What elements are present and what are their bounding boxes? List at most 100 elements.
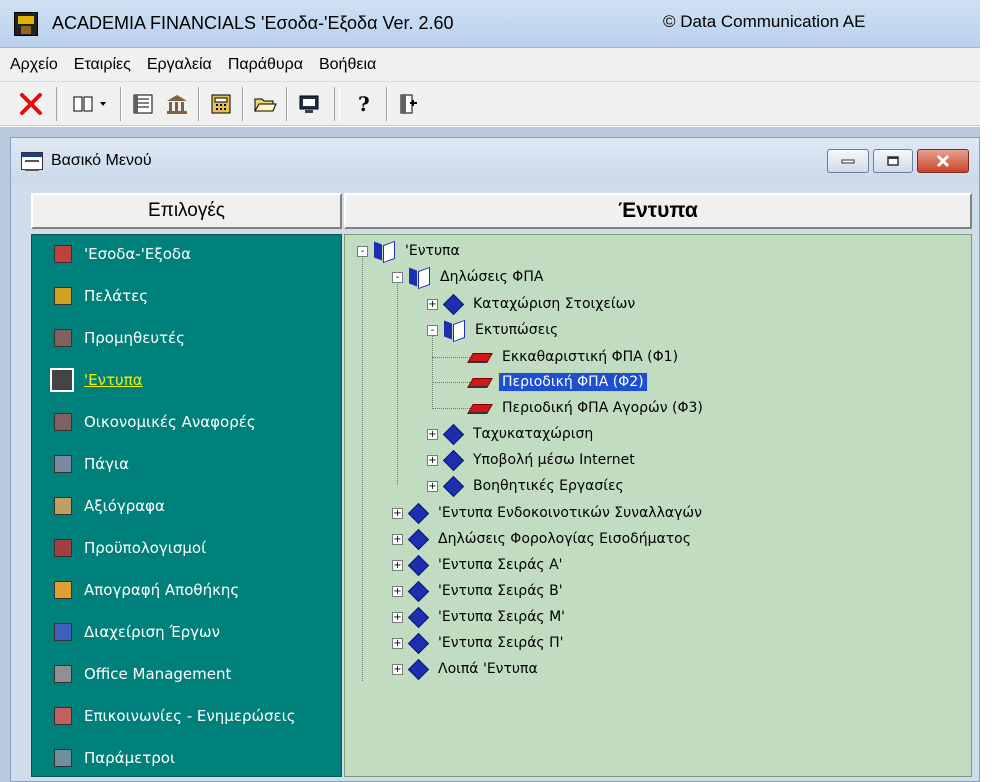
nav-item-securities[interactable]: Αξιόγραφα xyxy=(42,491,332,521)
tree-node[interactable]: Περιοδική ΦΠΑ Αγορών (Φ3) xyxy=(467,396,706,420)
expand-icon[interactable]: + xyxy=(392,611,403,623)
list-icon[interactable] xyxy=(126,86,160,122)
budgets-icon xyxy=(54,539,72,557)
document-icon xyxy=(467,373,493,391)
menu-file[interactable]: Αρχείο xyxy=(4,56,64,74)
tree-node-label: Δηλώσεις ΦΠΑ xyxy=(440,269,544,285)
tree-node[interactable]: + 'Εντυπα Σειράς Β' xyxy=(392,579,566,603)
nav-item-fixed-assets[interactable]: Πάγια xyxy=(42,449,332,479)
toolbar-separator xyxy=(56,86,62,121)
tree-node[interactable]: + Υποβολή μέσω Internet xyxy=(427,448,638,472)
tree-connector xyxy=(432,382,470,383)
expand-icon[interactable]: + xyxy=(427,428,438,440)
forms-tree: - 'Εντυπα - Δηλώσεις ΦΠΑ + Καταχώριση Στ… xyxy=(344,234,972,777)
nav-item-label: Πελάτες xyxy=(84,287,149,305)
collapse-icon[interactable]: - xyxy=(357,245,368,257)
minimize-button[interactable] xyxy=(827,149,869,173)
nav-item-customers[interactable]: Πελάτες xyxy=(42,281,332,311)
tree-node[interactable]: Εκκαθαριστική ΦΠΑ (Φ1) xyxy=(467,345,681,369)
tree-node-label: 'Εντυπα Σειράς Π' xyxy=(438,635,564,651)
exit-icon[interactable] xyxy=(392,86,426,122)
tree-connector xyxy=(397,277,398,485)
tree-node[interactable]: + 'Εντυπα Σειράς Π' xyxy=(392,631,566,655)
settings-icon xyxy=(54,749,72,767)
nav-item-office-management[interactable]: Office Management xyxy=(42,659,332,689)
tree-node[interactable]: + 'Εντυπα Ενδοκοινοτικών Συναλλαγών xyxy=(392,501,705,525)
reports-icon xyxy=(54,413,72,431)
expand-icon[interactable]: + xyxy=(427,454,438,466)
menu-companies[interactable]: Εταιρίες xyxy=(68,56,137,74)
folder-open-icon xyxy=(407,267,431,287)
svg-text:?: ? xyxy=(358,92,370,116)
help-icon[interactable]: ? xyxy=(348,86,382,122)
app-titlebar: ACADEMIA FINANCIALS 'Εσοδα-'Εξοδα Ver. 2… xyxy=(0,0,980,48)
nav-item-budgets[interactable]: Προϋπολογισμοί xyxy=(42,533,332,563)
tree-node[interactable]: + Καταχώριση Στοιχείων xyxy=(427,292,638,316)
collapse-icon[interactable]: - xyxy=(427,324,438,336)
tree-node[interactable]: + 'Εντυπα Σειράς Μ' xyxy=(392,605,568,629)
nav-item-communications[interactable]: Επικοινωνίες - Ενημερώσεις xyxy=(42,701,332,731)
toolbar-separator xyxy=(286,86,288,121)
menu-tools[interactable]: Εργαλεία xyxy=(141,56,218,74)
tree-node-label: 'Εντυπα Σειράς Α' xyxy=(438,557,563,573)
nav-item-suppliers[interactable]: Προμηθευτές xyxy=(42,323,332,353)
tree-connector xyxy=(432,357,470,358)
document-icon xyxy=(467,348,493,366)
calculator-icon[interactable] xyxy=(204,86,238,122)
expand-icon[interactable]: + xyxy=(427,298,438,310)
tree-node[interactable]: + Λοιπά 'Εντυπα xyxy=(392,657,541,681)
nav-item-project-management[interactable]: Διαχείριση Έργων xyxy=(42,617,332,647)
tree-node-label: Περιοδική ΦΠΑ (Φ2) xyxy=(498,372,648,392)
expand-icon[interactable]: + xyxy=(392,533,403,545)
expand-icon[interactable]: + xyxy=(427,480,438,492)
nav-item-label: Προμηθευτές xyxy=(84,329,185,347)
app-title: ACADEMIA FINANCIALS 'Εσοδα-'Εξοδα Ver. 2… xyxy=(52,13,454,33)
restore-button[interactable] xyxy=(873,149,913,173)
close-window-button[interactable] xyxy=(917,149,969,173)
tree-connector xyxy=(362,251,363,681)
nav-item-income-expenses[interactable]: 'Εσοδα-'Εξοδα xyxy=(42,239,332,269)
nav-item-label: Πάγια xyxy=(84,455,130,473)
toolbar-separator xyxy=(386,86,388,121)
expand-icon[interactable]: + xyxy=(392,507,403,519)
nav-item-label: Απογραφή Αποθήκης xyxy=(84,581,240,599)
nav-item-parameters[interactable]: Παράμετροι xyxy=(42,743,332,773)
window-edge xyxy=(980,0,992,782)
options-panel: 'Εσοδα-'Εξοδα Πελάτες Προμηθευτές 'Εντυπ… xyxy=(31,234,342,777)
tree-node[interactable]: - 'Εντυπα xyxy=(357,239,463,263)
nav-item-forms[interactable]: 'Εντυπα xyxy=(42,365,332,395)
menu-help[interactable]: Βοήθεια xyxy=(313,56,382,74)
options-header: Επιλογές xyxy=(31,193,342,229)
assets-icon xyxy=(54,455,72,473)
tree-node-label: Ταχυκαταχώριση xyxy=(473,426,594,442)
tree-node[interactable]: - Δηλώσεις ΦΠΑ xyxy=(392,265,546,289)
menu-windows[interactable]: Παράθυρα xyxy=(222,56,309,74)
nav-item-label: Διαχείριση Έργων xyxy=(84,623,220,641)
forms-icon xyxy=(50,368,74,392)
tree-node[interactable]: + Ταχυκαταχώριση xyxy=(427,422,596,446)
expand-icon[interactable]: + xyxy=(392,559,403,571)
expand-icon[interactable]: + xyxy=(392,585,403,597)
bank-icon[interactable] xyxy=(160,86,194,122)
tree-node-selected[interactable]: Περιοδική ΦΠΑ (Φ2) xyxy=(467,370,648,394)
nav-item-label: Προϋπολογισμοί xyxy=(84,539,207,557)
nav-item-financial-reports[interactable]: Οικονομικές Αναφορές xyxy=(42,407,332,437)
open-folder-icon[interactable] xyxy=(248,86,282,122)
tree-node[interactable]: + Δηλώσεις Φορολογίας Εισοδήματος xyxy=(392,527,694,551)
tree-node[interactable]: - Εκτυπώσεις xyxy=(427,318,561,342)
tree-node-label: 'Εντυπα Ενδοκοινοτικών Συναλλαγών xyxy=(438,505,702,521)
tree-node-label: Δηλώσεις Φορολογίας Εισοδήματος xyxy=(438,531,691,547)
ledger-icon xyxy=(54,245,72,263)
window-icon xyxy=(21,152,43,171)
nav-item-inventory[interactable]: Απογραφή Αποθήκης xyxy=(42,575,332,605)
monitor-icon[interactable] xyxy=(292,86,326,122)
expand-icon[interactable]: + xyxy=(392,663,403,675)
tree-node[interactable]: + Βοηθητικές Εργασίες xyxy=(427,474,627,498)
view-toggle-icon[interactable] xyxy=(70,86,116,122)
tree-node[interactable]: + 'Εντυπα Σειράς Α' xyxy=(392,553,566,577)
collapse-icon[interactable]: - xyxy=(392,271,403,283)
expand-icon[interactable]: + xyxy=(392,637,403,649)
close-icon[interactable] xyxy=(14,86,48,122)
folder-closed-icon xyxy=(407,582,429,600)
folder-closed-icon xyxy=(442,295,464,313)
